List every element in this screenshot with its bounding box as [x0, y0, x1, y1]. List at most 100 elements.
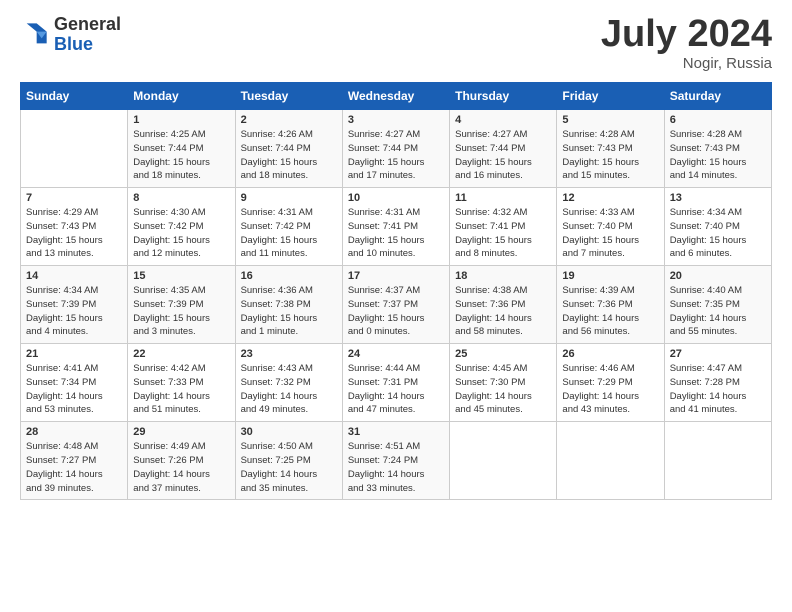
calendar-cell: 2Sunrise: 4:26 AM Sunset: 7:44 PM Daylig… [235, 110, 342, 188]
calendar-week-row-3: 14 Sunrise: 4:34 AM Sunset: 7:39 PM Dayli… [21, 266, 772, 344]
calendar-cell: 31Sunrise: 4:51 AM Sunset: 7:24 PM Dayli… [342, 422, 449, 500]
day-number: 12 [562, 192, 658, 204]
day-info: Sunrise: 4:32 AM Sunset: 7:41 PM Dayligh… [455, 206, 551, 261]
calendar-cell: 26Sunrise: 4:46 AM Sunset: 7:29 PM Dayli… [557, 344, 664, 422]
day-number: 28 [26, 426, 122, 438]
location: Nogir, Russia [601, 55, 772, 72]
calendar-week-row-2: 7 Sunrise: 4:29 AM Sunset: 7:43 PM Daylig… [21, 188, 772, 266]
calendar-header-row: Sunday Monday Tuesday Wednesday Thursday… [21, 83, 772, 110]
calendar-cell: 27Sunrise: 4:47 AM Sunset: 7:28 PM Dayli… [664, 344, 771, 422]
header-thursday: Thursday [450, 83, 557, 110]
calendar-cell: 7 Sunrise: 4:29 AM Sunset: 7:43 PM Daylig… [21, 188, 128, 266]
calendar-cell: 12 Sunrise: 4:33 AM Sunset: 7:40 PM Dayli… [557, 188, 664, 266]
day-info: Sunrise: 4:31 AM Sunset: 7:42 PM Dayligh… [241, 206, 337, 261]
day-info: Sunrise: 4:45 AM Sunset: 7:30 PM Dayligh… [455, 362, 551, 417]
day-info: Sunrise: 4:36 AM Sunset: 7:38 PM Dayligh… [241, 284, 337, 339]
month-title: July 2024 [601, 15, 772, 53]
calendar-cell: 14 Sunrise: 4:34 AM Sunset: 7:39 PM Dayli… [21, 266, 128, 344]
day-info: Sunrise: 4:37 AM Sunset: 7:37 PM Dayligh… [348, 284, 444, 339]
logo-icon [20, 20, 50, 50]
calendar-cell: 30 Sunrise: 4:50 AM Sunset: 7:25 PM Dayli… [235, 422, 342, 500]
calendar-cell: 16 Sunrise: 4:36 AM Sunset: 7:38 PM Dayli… [235, 266, 342, 344]
header-wednesday: Wednesday [342, 83, 449, 110]
day-number: 5 [562, 114, 658, 126]
day-info: Sunrise: 4:42 AM Sunset: 7:33 PM Dayligh… [133, 362, 229, 417]
day-info: Sunrise: 4:28 AM Sunset: 7:43 PM Dayligh… [562, 128, 658, 183]
day-number: 14 [26, 270, 122, 282]
calendar-cell: 10 Sunrise: 4:31 AM Sunset: 7:41 PM Dayli… [342, 188, 449, 266]
calendar-cell [450, 422, 557, 500]
day-number: 20 [670, 270, 766, 282]
day-info: Sunrise: 4:31 AM Sunset: 7:41 PM Dayligh… [348, 206, 444, 261]
logo: General Blue [20, 15, 121, 55]
logo-blue-text: Blue [54, 35, 121, 55]
day-number: 17 [348, 270, 444, 282]
header-saturday: Saturday [664, 83, 771, 110]
logo-text: General Blue [54, 15, 121, 55]
day-number: 23 [241, 348, 337, 360]
day-number: 7 [26, 192, 122, 204]
day-number: 30 [241, 426, 337, 438]
day-info: Sunrise: 4:29 AM Sunset: 7:43 PM Dayligh… [26, 206, 122, 261]
day-number: 29 [133, 426, 229, 438]
calendar-cell: 3Sunrise: 4:27 AM Sunset: 7:44 PM Daylig… [342, 110, 449, 188]
calendar-cell: 22Sunrise: 4:42 AM Sunset: 7:33 PM Dayli… [128, 344, 235, 422]
calendar-cell [664, 422, 771, 500]
day-number: 18 [455, 270, 551, 282]
day-number: 11 [455, 192, 551, 204]
page-container: General Blue July 2024 Nogir, Russia Sun… [0, 0, 792, 510]
header-friday: Friday [557, 83, 664, 110]
calendar-cell: 20 Sunrise: 4:40 AM Sunset: 7:35 PM Dayli… [664, 266, 771, 344]
header-monday: Monday [128, 83, 235, 110]
day-number: 2 [241, 114, 337, 126]
calendar-week-row-1: 1Sunrise: 4:25 AM Sunset: 7:44 PM Daylig… [21, 110, 772, 188]
day-info: Sunrise: 4:46 AM Sunset: 7:29 PM Dayligh… [562, 362, 658, 417]
day-number: 15 [133, 270, 229, 282]
day-number: 4 [455, 114, 551, 126]
calendar-cell: 13 Sunrise: 4:34 AM Sunset: 7:40 PM Dayli… [664, 188, 771, 266]
day-number: 16 [241, 270, 337, 282]
day-info: Sunrise: 4:27 AM Sunset: 7:44 PM Dayligh… [455, 128, 551, 183]
calendar-cell: 5 Sunrise: 4:28 AM Sunset: 7:43 PM Daylig… [557, 110, 664, 188]
day-info: Sunrise: 4:43 AM Sunset: 7:32 PM Dayligh… [241, 362, 337, 417]
header-tuesday: Tuesday [235, 83, 342, 110]
day-info: Sunrise: 4:33 AM Sunset: 7:40 PM Dayligh… [562, 206, 658, 261]
calendar-cell: 9Sunrise: 4:31 AM Sunset: 7:42 PM Daylig… [235, 188, 342, 266]
calendar-week-row-4: 21 Sunrise: 4:41 AM Sunset: 7:34 PM Dayli… [21, 344, 772, 422]
calendar-cell: 6 Sunrise: 4:28 AM Sunset: 7:43 PM Daylig… [664, 110, 771, 188]
day-number: 6 [670, 114, 766, 126]
calendar-cell: 17 Sunrise: 4:37 AM Sunset: 7:37 PM Dayli… [342, 266, 449, 344]
calendar-cell [21, 110, 128, 188]
day-info: Sunrise: 4:28 AM Sunset: 7:43 PM Dayligh… [670, 128, 766, 183]
day-number: 13 [670, 192, 766, 204]
calendar-cell: 1Sunrise: 4:25 AM Sunset: 7:44 PM Daylig… [128, 110, 235, 188]
day-info: Sunrise: 4:41 AM Sunset: 7:34 PM Dayligh… [26, 362, 122, 417]
day-number: 27 [670, 348, 766, 360]
day-info: Sunrise: 4:34 AM Sunset: 7:40 PM Dayligh… [670, 206, 766, 261]
calendar-cell: 4 Sunrise: 4:27 AM Sunset: 7:44 PM Daylig… [450, 110, 557, 188]
day-number: 10 [348, 192, 444, 204]
day-info: Sunrise: 4:30 AM Sunset: 7:42 PM Dayligh… [133, 206, 229, 261]
day-info: Sunrise: 4:35 AM Sunset: 7:39 PM Dayligh… [133, 284, 229, 339]
calendar-cell: 15 Sunrise: 4:35 AM Sunset: 7:39 PM Dayli… [128, 266, 235, 344]
header: General Blue July 2024 Nogir, Russia [20, 15, 772, 72]
day-info: Sunrise: 4:38 AM Sunset: 7:36 PM Dayligh… [455, 284, 551, 339]
day-info: Sunrise: 4:40 AM Sunset: 7:35 PM Dayligh… [670, 284, 766, 339]
calendar-cell: 29 Sunrise: 4:49 AM Sunset: 7:26 PM Dayli… [128, 422, 235, 500]
calendar-table: Sunday Monday Tuesday Wednesday Thursday… [20, 82, 772, 500]
day-number: 3 [348, 114, 444, 126]
calendar-cell: 8Sunrise: 4:30 AM Sunset: 7:42 PM Daylig… [128, 188, 235, 266]
calendar-cell [557, 422, 664, 500]
day-number: 21 [26, 348, 122, 360]
calendar-cell: 24 Sunrise: 4:44 AM Sunset: 7:31 PM Dayli… [342, 344, 449, 422]
day-info: Sunrise: 4:34 AM Sunset: 7:39 PM Dayligh… [26, 284, 122, 339]
day-info: Sunrise: 4:50 AM Sunset: 7:25 PM Dayligh… [241, 440, 337, 495]
calendar-cell: 18 Sunrise: 4:38 AM Sunset: 7:36 PM Dayli… [450, 266, 557, 344]
day-info: Sunrise: 4:49 AM Sunset: 7:26 PM Dayligh… [133, 440, 229, 495]
day-number: 1 [133, 114, 229, 126]
day-number: 25 [455, 348, 551, 360]
day-number: 24 [348, 348, 444, 360]
calendar-cell: 21 Sunrise: 4:41 AM Sunset: 7:34 PM Dayli… [21, 344, 128, 422]
day-info: Sunrise: 4:44 AM Sunset: 7:31 PM Dayligh… [348, 362, 444, 417]
title-block: July 2024 Nogir, Russia [601, 15, 772, 72]
